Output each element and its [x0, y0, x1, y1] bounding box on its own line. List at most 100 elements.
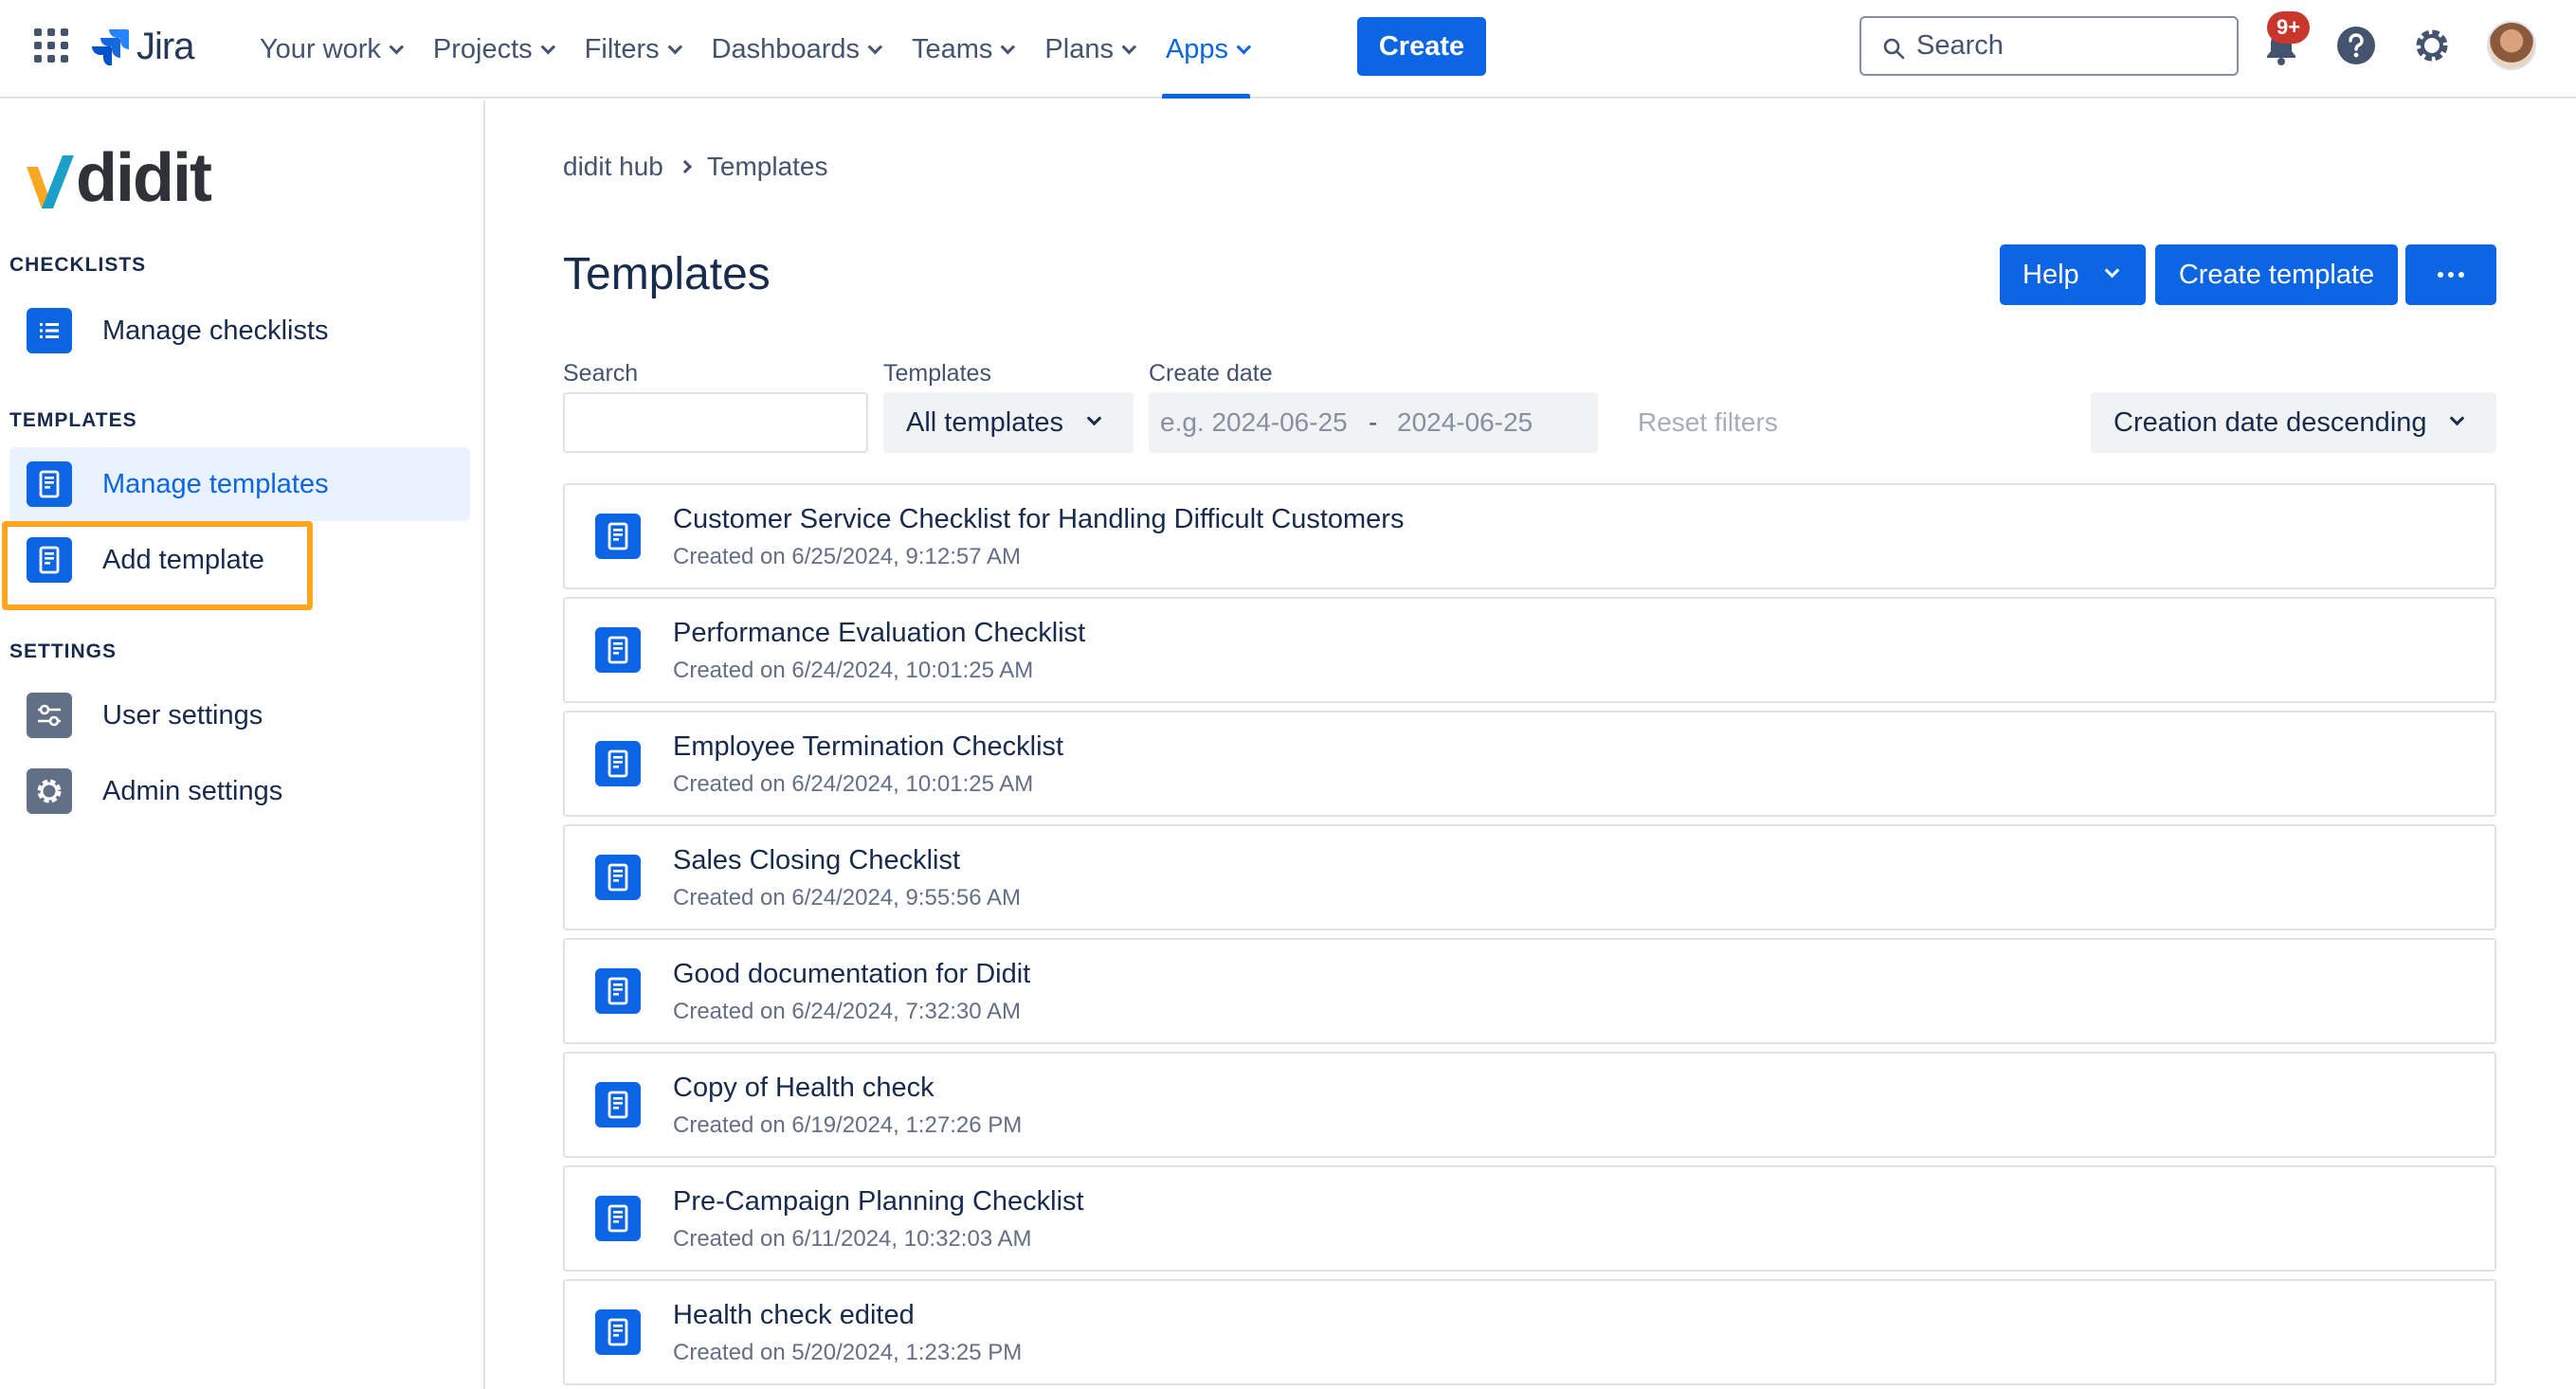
search-icon	[1883, 38, 1905, 60]
chevron-down-icon	[389, 39, 404, 54]
gear-icon[interactable]	[2409, 23, 2455, 68]
jira-logo[interactable]: Jira	[91, 23, 194, 70]
chevron-down-icon	[1000, 39, 1016, 54]
list-item[interactable]: Copy of Health check Created on 6/19/202…	[563, 1052, 2496, 1158]
sidebar-item-manage-templates[interactable]: Manage templates	[9, 447, 470, 521]
date-separator: -	[1369, 407, 1378, 437]
template-title[interactable]: Health check edited	[673, 1300, 915, 1331]
product-name: Jira	[136, 25, 194, 67]
notification-badge: 9+	[2267, 11, 2311, 44]
nav-apps[interactable]: Apps	[1149, 0, 1263, 99]
template-title[interactable]: Employee Termination Checklist	[673, 731, 1063, 763]
document-icon	[27, 537, 72, 583]
date-to-input[interactable]: 2024-06-25	[1397, 407, 1587, 438]
reset-filters-button[interactable]: Reset filters	[1638, 407, 1778, 438]
date-from-input[interactable]: e.g. 2024-06-25	[1160, 407, 1369, 438]
chevron-down-icon	[1086, 410, 1102, 426]
document-icon	[595, 627, 641, 673]
nav-label: Your work	[260, 33, 381, 64]
template-created: Created on 5/20/2024, 1:23:25 PM	[673, 1340, 1023, 1365]
app-switcher-icon[interactable]	[34, 28, 68, 63]
document-icon	[595, 1082, 641, 1127]
nav-label: Teams	[911, 33, 993, 64]
template-created: Created on 6/24/2024, 7:32:30 AM	[673, 999, 1021, 1024]
create-date-range: e.g. 2024-06-25 - 2024-06-25	[1149, 392, 1598, 453]
nav-dashboards[interactable]: Dashboards	[695, 0, 895, 99]
chevron-down-icon	[2449, 410, 2465, 426]
document-icon	[595, 514, 641, 559]
template-title[interactable]: Pre-Campaign Planning Checklist	[673, 1186, 1084, 1218]
sidebar-item-label: Admin settings	[102, 775, 283, 806]
sidebar-item-label: Manage checklists	[102, 315, 329, 346]
template-title[interactable]: Sales Closing Checklist	[673, 845, 960, 876]
search-filter-label: Search	[563, 360, 639, 387]
sidebar-item-admin-settings[interactable]: Admin settings	[9, 754, 470, 828]
list-item[interactable]: Customer Service Checklist for Handling …	[563, 483, 2496, 589]
document-icon	[595, 1196, 641, 1241]
didit-check-icon	[27, 155, 74, 208]
more-icon	[2438, 272, 2443, 278]
nav-projects[interactable]: Projects	[416, 0, 568, 99]
chevron-down-icon	[867, 39, 883, 54]
create-date-label: Create date	[1149, 360, 1273, 387]
search-placeholder: Search	[1916, 30, 2004, 61]
document-icon	[27, 461, 72, 507]
create-template-button[interactable]: Create template	[2155, 244, 2398, 305]
template-title[interactable]: Performance Evaluation Checklist	[673, 618, 1085, 649]
document-icon	[595, 968, 641, 1014]
template-created: Created on 6/24/2024, 9:55:56 AM	[673, 885, 1021, 911]
help-icon[interactable]	[2335, 25, 2377, 66]
chevron-right-icon	[678, 159, 692, 174]
nav-label: Filters	[584, 33, 660, 64]
sliders-icon	[27, 693, 72, 738]
create-button[interactable]: Create	[1357, 17, 1486, 76]
global-search-input[interactable]: Search	[1859, 16, 2239, 76]
list-icon	[27, 308, 72, 353]
chevron-down-icon	[2104, 262, 2120, 279]
template-created: Created on 6/24/2024, 10:01:25 AM	[673, 658, 1034, 683]
sidebar-item-user-settings[interactable]: User settings	[9, 678, 470, 752]
list-item[interactable]: Pre-Campaign Planning Checklist Created …	[563, 1165, 2496, 1272]
section-checklists: CHECKLISTS	[9, 254, 147, 276]
sidebar: didit CHECKLISTS Manage checklists TEMPL…	[0, 100, 485, 1389]
top-navigation: Jira Your work Projects Filters Dashboar…	[0, 0, 2576, 99]
nav-teams[interactable]: Teams	[895, 0, 1027, 99]
document-icon	[595, 855, 641, 900]
sidebar-item-manage-checklists[interactable]: Manage checklists	[9, 294, 470, 368]
template-created: Created on 6/25/2024, 9:12:57 AM	[673, 544, 1021, 569]
sidebar-item-add-template[interactable]: Add template	[9, 523, 470, 597]
breadcrumb: didit hub Templates	[563, 152, 828, 182]
breadcrumb-current[interactable]: Templates	[707, 152, 828, 182]
template-title[interactable]: Customer Service Checklist for Handling …	[673, 504, 1404, 535]
breadcrumb-root[interactable]: didit hub	[563, 152, 663, 182]
template-title[interactable]: Copy of Health check	[673, 1073, 934, 1104]
templates-select[interactable]: All templates	[883, 392, 1134, 453]
nav-label: Plans	[1044, 33, 1114, 64]
section-settings: SETTINGS	[9, 640, 118, 662]
gear-icon	[27, 768, 72, 814]
chevron-down-icon	[540, 39, 555, 54]
list-item[interactable]: Health check edited Created on 5/20/2024…	[563, 1279, 2496, 1385]
list-item[interactable]: Sales Closing Checklist Created on 6/24/…	[563, 824, 2496, 930]
list-item[interactable]: Performance Evaluation Checklist Created…	[563, 597, 2496, 703]
sort-select[interactable]: Creation date descending	[2091, 392, 2496, 453]
templates-select-value: All templates	[906, 406, 1064, 438]
search-input[interactable]	[563, 392, 868, 453]
more-actions-button[interactable]	[2405, 244, 2496, 305]
template-title[interactable]: Good documentation for Didit	[673, 959, 1030, 990]
list-item[interactable]: Employee Termination Checklist Created o…	[563, 711, 2496, 817]
template-created: Created on 6/11/2024, 10:32:03 AM	[673, 1226, 1032, 1252]
nav-filters[interactable]: Filters	[568, 0, 695, 99]
avatar[interactable]	[2487, 21, 2536, 70]
sidebar-item-label: Add template	[102, 544, 264, 575]
didit-logo[interactable]: didit	[25, 144, 212, 212]
templates-filter-label: Templates	[883, 360, 991, 387]
nav-your-work[interactable]: Your work	[243, 0, 416, 99]
section-templates: TEMPLATES	[9, 409, 137, 431]
list-item[interactable]: Good documentation for Didit Created on …	[563, 938, 2496, 1044]
nav-label: Apps	[1165, 33, 1229, 64]
template-created: Created on 6/19/2024, 1:27:26 PM	[673, 1112, 1023, 1138]
nav-plans[interactable]: Plans	[1027, 0, 1149, 99]
template-created: Created on 6/24/2024, 10:01:25 AM	[673, 771, 1034, 797]
help-button[interactable]: Help	[2000, 244, 2146, 305]
